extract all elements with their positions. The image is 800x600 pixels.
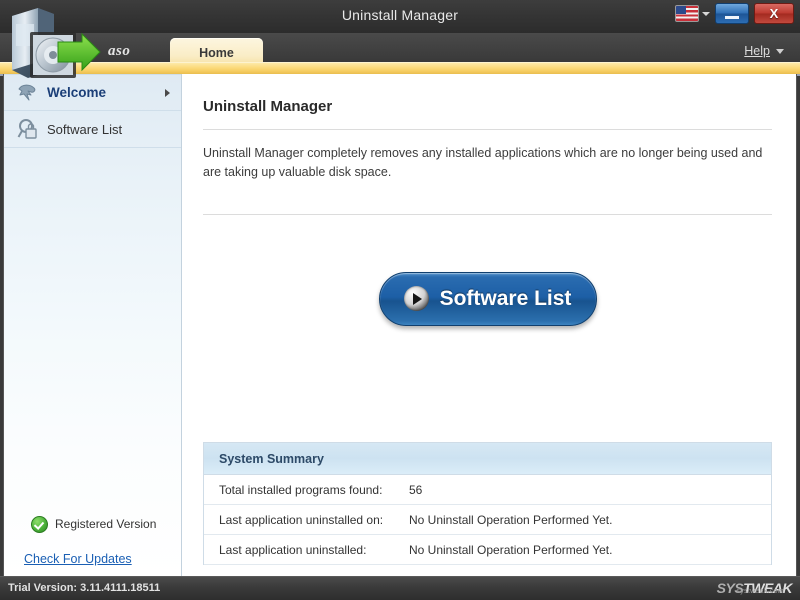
status-bar: Trial Version: 3.11.4111.18511 SYSTWEAK … bbox=[0, 576, 800, 600]
application-window: Uninstall Manager X aso Home Help bbox=[0, 0, 800, 600]
body: Welcome Software List Registered Version bbox=[3, 74, 797, 577]
table-row: Total installed programs found: 56 bbox=[204, 475, 771, 505]
system-summary-header: System Summary bbox=[204, 443, 771, 475]
summary-key: Total installed programs found: bbox=[204, 483, 409, 497]
help-label: Help bbox=[744, 44, 770, 58]
window-controls: X bbox=[675, 3, 794, 24]
summary-value: 56 bbox=[409, 483, 771, 497]
page-description: Uninstall Manager completely removes any… bbox=[203, 144, 769, 183]
sidebar-item-software-list[interactable]: Software List bbox=[4, 111, 181, 148]
section-divider bbox=[203, 214, 772, 215]
registration-label: Registered Version bbox=[55, 517, 156, 531]
primary-action-row: Software List bbox=[203, 272, 772, 326]
welcome-icon bbox=[16, 82, 40, 104]
sidebar-footer: Registered Version Check For Updates bbox=[4, 507, 182, 577]
sidebar-item-label: Software List bbox=[47, 122, 122, 137]
help-menu[interactable]: Help bbox=[744, 44, 784, 58]
check-updates-row: Check For Updates bbox=[4, 541, 182, 577]
summary-value: No Uninstall Operation Performed Yet. bbox=[409, 543, 771, 557]
check-for-updates-link[interactable]: Check For Updates bbox=[24, 552, 132, 566]
table-row: Last application uninstalled on: No Unin… bbox=[204, 505, 771, 535]
chevron-down-icon bbox=[776, 49, 784, 54]
software-list-icon bbox=[16, 118, 40, 140]
minimize-icon bbox=[725, 16, 739, 19]
play-icon bbox=[404, 286, 429, 311]
us-flag-icon bbox=[675, 5, 699, 22]
summary-key: Last application uninstalled on: bbox=[204, 513, 409, 527]
summary-value: No Uninstall Operation Performed Yet. bbox=[409, 513, 771, 527]
summary-key: Last application uninstalled: bbox=[204, 543, 409, 557]
table-row: Last application uninstalled: No Uninsta… bbox=[204, 535, 771, 565]
systweak-watermark-url: systweak.com bbox=[736, 588, 784, 595]
software-list-button[interactable]: Software List bbox=[379, 272, 597, 326]
app-logo-icon bbox=[4, 4, 108, 80]
check-circle-icon bbox=[31, 516, 48, 533]
chevron-right-icon bbox=[165, 89, 170, 97]
title-divider bbox=[203, 129, 772, 130]
trial-version-label: Trial Version: 3.11.4111.18511 bbox=[8, 582, 160, 594]
registration-status: Registered Version bbox=[4, 507, 182, 541]
title-bar: Uninstall Manager X bbox=[0, 0, 800, 34]
chevron-down-icon bbox=[702, 12, 710, 16]
system-summary-panel: System Summary Total installed programs … bbox=[203, 442, 772, 565]
close-button[interactable]: X bbox=[754, 3, 794, 24]
gold-divider bbox=[0, 62, 800, 74]
minimize-button[interactable] bbox=[715, 3, 749, 24]
brand-label: aso bbox=[108, 43, 130, 60]
software-list-button-label: Software List bbox=[440, 287, 572, 311]
page-title: Uninstall Manager bbox=[203, 98, 772, 115]
language-selector[interactable] bbox=[675, 5, 710, 22]
sidebar: Welcome Software List Registered Version bbox=[4, 74, 182, 577]
sidebar-item-label: Welcome bbox=[47, 85, 106, 100]
main-content: Uninstall Manager Uninstall Manager comp… bbox=[182, 74, 796, 577]
